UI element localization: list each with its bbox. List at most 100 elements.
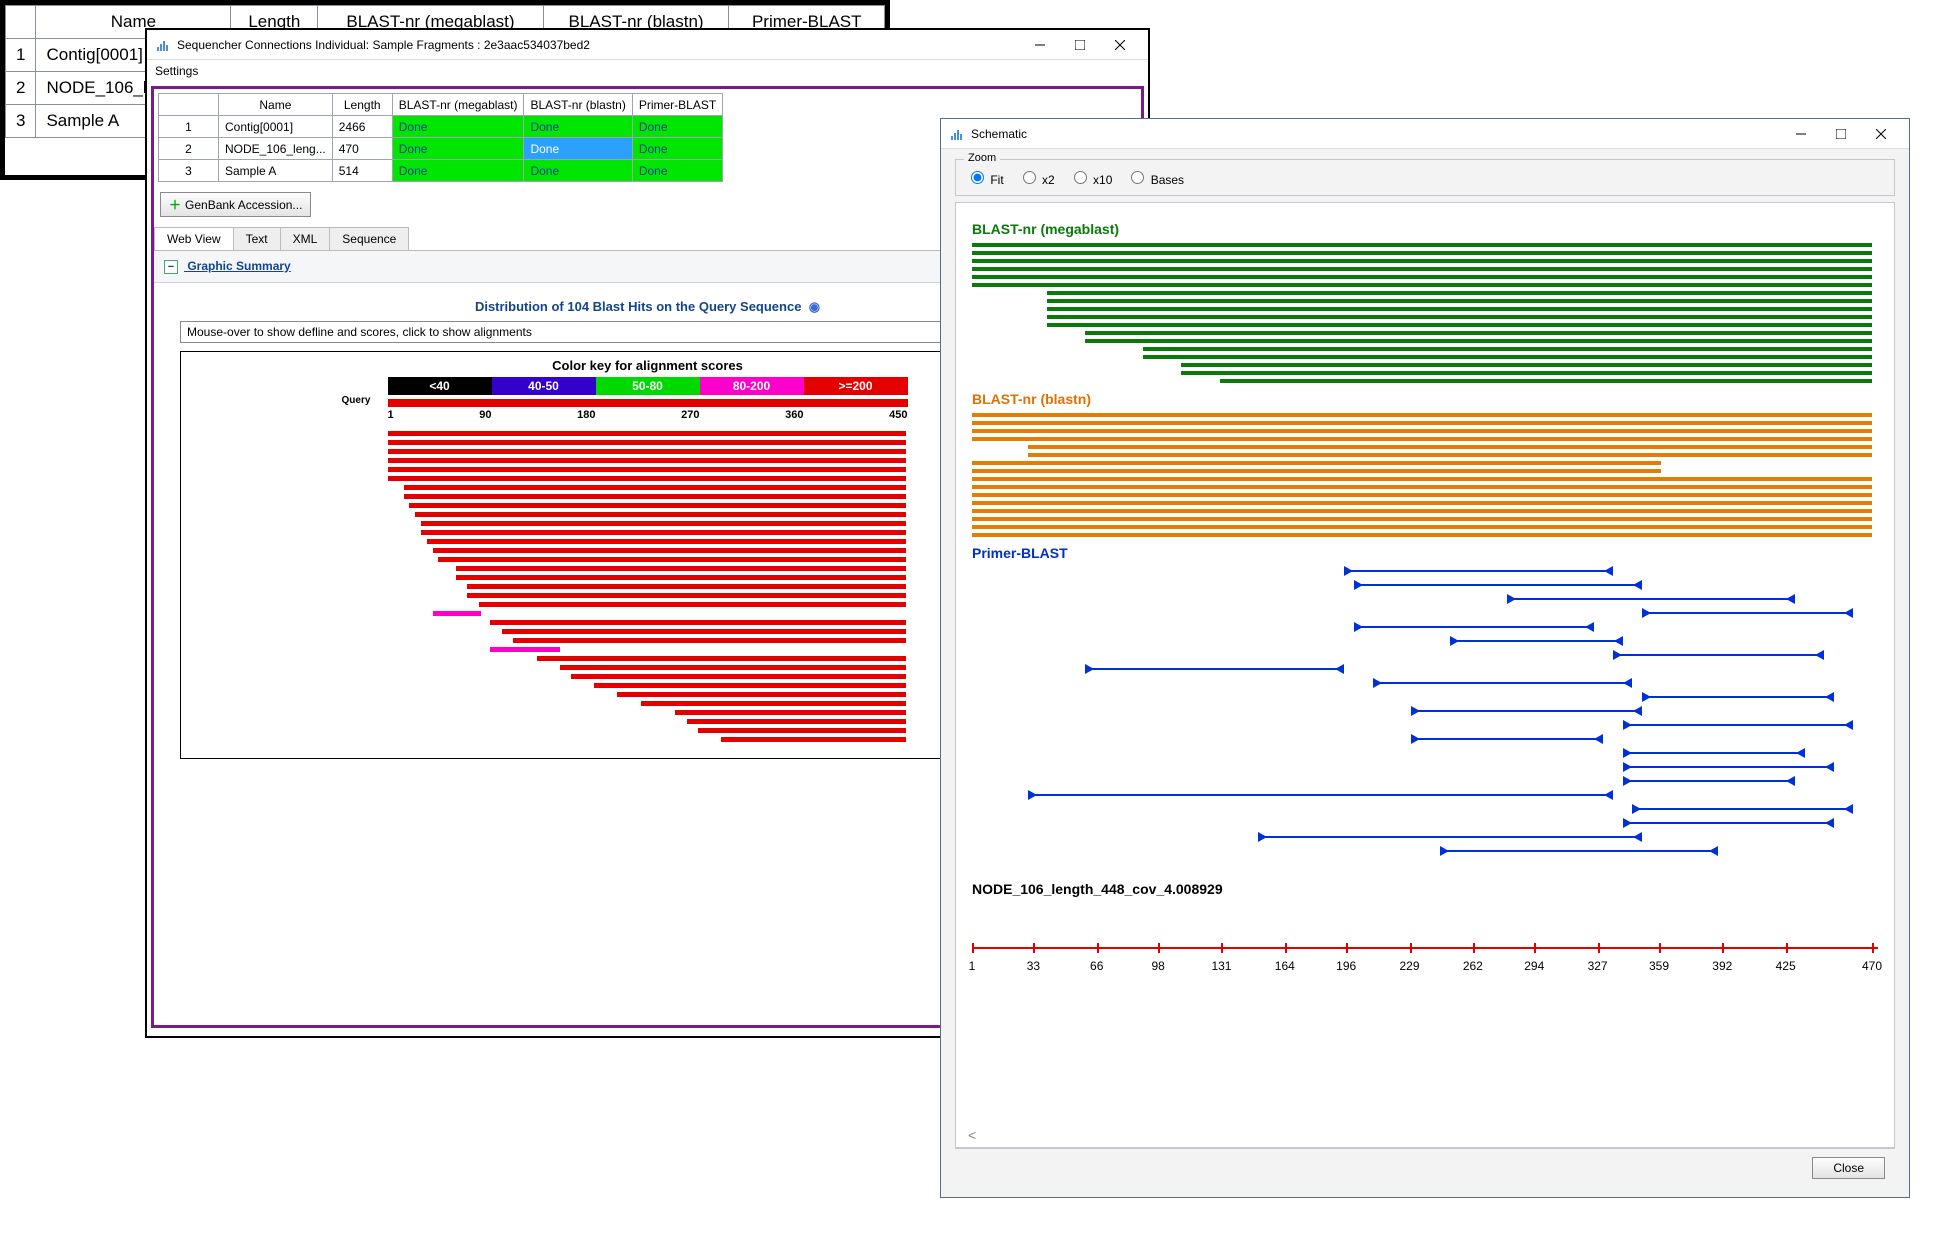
blast-hit[interactable] (388, 719, 908, 724)
primer-pair[interactable] (972, 693, 1878, 701)
blast-hit[interactable] (388, 467, 908, 472)
blast-hit[interactable] (388, 458, 908, 463)
col-header[interactable]: BLAST-nr (megablast) (392, 94, 524, 116)
primer-pair[interactable] (972, 665, 1878, 673)
blast-hit[interactable] (388, 602, 908, 607)
primer-pair[interactable] (972, 819, 1878, 827)
tab-web-view[interactable]: Web View (154, 227, 234, 250)
blast-hit[interactable] (388, 593, 908, 598)
blast-hit[interactable] (388, 620, 908, 625)
tab-text[interactable]: Text (233, 227, 281, 250)
blast-hit[interactable] (388, 566, 908, 571)
blast-hit[interactable] (388, 710, 908, 715)
alignment-segment[interactable] (972, 525, 1878, 529)
zoom-fit[interactable]: Fit (966, 173, 1004, 187)
primer-pair[interactable] (972, 637, 1878, 645)
primer-pair[interactable] (972, 651, 1878, 659)
alignment-segment[interactable] (972, 453, 1878, 457)
blast-hit[interactable] (388, 629, 908, 634)
primer-pair[interactable] (972, 721, 1878, 729)
table-row[interactable]: 2NODE_106_leng...470DoneDoneDone (159, 138, 723, 160)
blast-hit[interactable] (388, 665, 908, 670)
primer-pair[interactable] (972, 777, 1878, 785)
col-header[interactable]: Name (219, 94, 333, 116)
primer-pair[interactable] (972, 805, 1878, 813)
close-button[interactable]: Close (1812, 1157, 1885, 1179)
alignment-segment[interactable] (972, 275, 1878, 279)
alignment-segment[interactable] (972, 243, 1878, 247)
alignment-segment[interactable] (972, 307, 1878, 311)
blast-hit[interactable] (388, 494, 908, 499)
titlebar[interactable]: Schematic (941, 119, 1909, 149)
alignment-segment[interactable] (972, 347, 1878, 351)
alignment-segment[interactable] (972, 371, 1878, 375)
alignment-segment[interactable] (972, 315, 1878, 319)
blast-hit[interactable] (388, 575, 908, 580)
alignment-segment[interactable] (972, 437, 1878, 441)
blast-hit[interactable] (388, 521, 908, 526)
collapse-icon[interactable]: − (164, 260, 178, 274)
maximize-button[interactable] (1821, 120, 1861, 148)
primer-pair[interactable] (972, 623, 1878, 631)
zoom-x2[interactable]: x2 (1018, 173, 1055, 187)
alignment-segment[interactable] (972, 485, 1878, 489)
maximize-button[interactable] (1060, 31, 1100, 59)
col-header[interactable]: BLAST-nr (blastn) (524, 94, 632, 116)
zoom-bases[interactable]: Bases (1126, 173, 1184, 187)
alignment-segment[interactable] (972, 445, 1878, 449)
alignment-segment[interactable] (972, 477, 1878, 481)
alignment-segment[interactable] (972, 493, 1878, 497)
minimize-button[interactable] (1781, 120, 1821, 148)
blast-hit[interactable] (388, 440, 908, 445)
alignment-segment[interactable] (972, 259, 1878, 263)
alignment-segment[interactable] (972, 363, 1878, 367)
settings-menu[interactable]: Settings (147, 60, 1148, 82)
primer-pair[interactable] (972, 707, 1878, 715)
alignment-segment[interactable] (972, 355, 1878, 359)
table-row[interactable]: 1Contig[0001]2466DoneDoneDone (159, 116, 723, 138)
primer-pair[interactable] (972, 749, 1878, 757)
blast-hit[interactable] (388, 503, 908, 508)
blast-hit[interactable] (388, 737, 908, 742)
primer-pair[interactable] (972, 847, 1878, 855)
alignment-segment[interactable] (972, 501, 1878, 505)
blast-hit[interactable] (388, 512, 908, 517)
blast-hit[interactable] (388, 647, 908, 652)
primer-pair[interactable] (972, 609, 1878, 617)
alignment-segment[interactable] (972, 509, 1878, 513)
primer-pair[interactable] (972, 763, 1878, 771)
alignment-segment[interactable] (972, 339, 1878, 343)
blast-hit[interactable] (388, 692, 908, 697)
alignment-segment[interactable] (972, 469, 1878, 473)
blast-hit[interactable] (388, 638, 908, 643)
primer-pair[interactable] (972, 567, 1878, 575)
table-row[interactable]: 3Sample A514DoneDoneDone (159, 160, 723, 182)
blast-hit[interactable] (388, 539, 908, 544)
scroll-left-icon[interactable]: < (968, 1127, 976, 1143)
blast-hit[interactable] (388, 476, 908, 481)
blast-hit[interactable] (388, 449, 908, 454)
primer-pair[interactable] (972, 735, 1878, 743)
primer-pair[interactable] (972, 595, 1878, 603)
alignment-segment[interactable] (972, 299, 1878, 303)
blast-hit[interactable] (388, 485, 908, 490)
primer-pair[interactable] (972, 679, 1878, 687)
zoom-x10[interactable]: x10 (1069, 173, 1113, 187)
alignment-segment[interactable] (972, 291, 1878, 295)
blast-hit[interactable] (388, 530, 908, 535)
blast-hit[interactable] (388, 701, 908, 706)
blast-hit[interactable] (388, 683, 908, 688)
blast-hit[interactable] (388, 557, 908, 562)
alignment-segment[interactable] (972, 251, 1878, 255)
alignment-segment[interactable] (972, 267, 1878, 271)
blast-hit[interactable] (388, 431, 908, 436)
blast-hit[interactable] (388, 674, 908, 679)
alignment-segment[interactable] (972, 413, 1878, 417)
col-header[interactable]: Length (332, 94, 392, 116)
alignment-segment[interactable] (972, 323, 1878, 327)
blast-hit[interactable] (388, 548, 908, 553)
tab-sequence[interactable]: Sequence (329, 227, 409, 250)
primer-pair[interactable] (972, 833, 1878, 841)
alignment-segment[interactable] (972, 379, 1878, 383)
alignment-segment[interactable] (972, 429, 1878, 433)
